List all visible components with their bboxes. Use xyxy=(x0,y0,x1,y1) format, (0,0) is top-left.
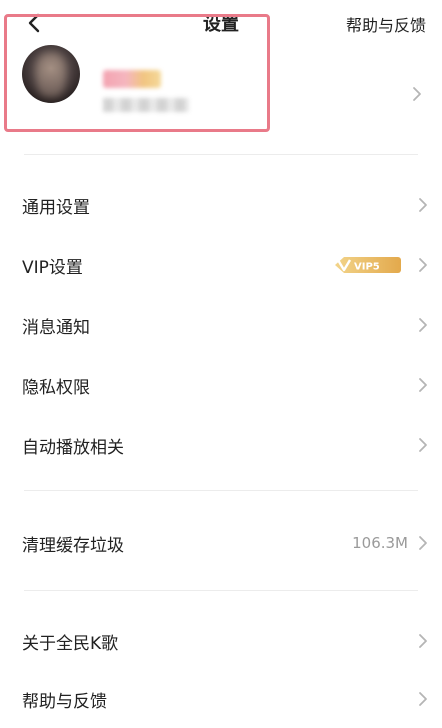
chevron-right-icon xyxy=(416,195,430,215)
row-label: 清理缓存垃圾 xyxy=(22,535,124,556)
row-notifications[interactable]: 消息通知 xyxy=(0,296,442,354)
chevron-right-icon xyxy=(416,533,430,553)
row-autoplay[interactable]: 自动播放相关 xyxy=(0,416,442,474)
row-label: 通用设置 xyxy=(22,197,90,218)
row-label: 自动播放相关 xyxy=(22,437,124,458)
chevron-right-icon xyxy=(416,631,430,651)
divider xyxy=(24,590,418,591)
row-about[interactable]: 关于全民K歌 xyxy=(0,612,442,670)
chevron-right-icon xyxy=(416,435,430,455)
row-label: 消息通知 xyxy=(22,317,90,338)
chevron-right-icon xyxy=(416,315,430,335)
row-help-feedback[interactable]: 帮助与反馈 xyxy=(0,670,442,728)
chevron-right-icon xyxy=(416,255,430,275)
row-clear-cache[interactable]: 清理缓存垃圾 106.3M xyxy=(0,514,442,572)
divider xyxy=(24,490,418,491)
divider xyxy=(24,154,418,155)
row-label: 关于全民K歌 xyxy=(22,633,119,654)
row-vip-settings[interactable]: VIP设置 VIP5 xyxy=(0,236,442,294)
help-feedback-link[interactable]: 帮助与反馈 xyxy=(346,12,426,36)
row-label: 隐私权限 xyxy=(22,377,90,398)
row-label: 帮助与反馈 xyxy=(22,691,107,712)
chevron-right-icon xyxy=(412,86,422,106)
chevron-right-icon xyxy=(416,375,430,395)
row-privacy[interactable]: 隐私权限 xyxy=(0,356,442,414)
avatar[interactable] xyxy=(22,45,80,103)
blurred-user-info xyxy=(103,98,189,112)
chevron-right-icon xyxy=(416,689,430,709)
cache-size-value: 106.3M xyxy=(352,534,408,552)
vip-badge-label: VIP5 xyxy=(354,262,380,273)
row-general-settings[interactable]: 通用设置 xyxy=(0,176,442,234)
vip-badge: VIP5 xyxy=(334,256,402,274)
row-label: VIP设置 xyxy=(22,257,83,278)
blurred-username xyxy=(103,70,161,88)
